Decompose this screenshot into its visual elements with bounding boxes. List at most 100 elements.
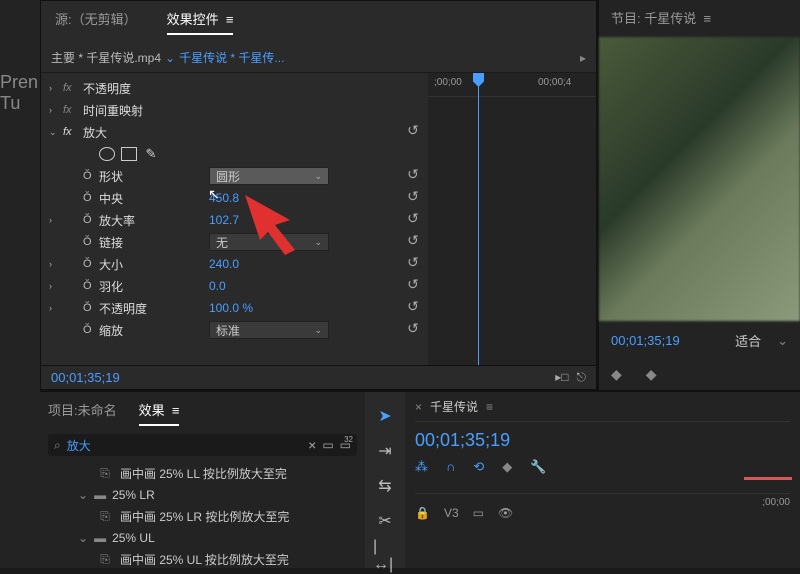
opacity-value[interactable]: 100.0 %	[209, 301, 329, 315]
bin-icon[interactable]: ▭	[322, 438, 333, 452]
stopwatch-icon[interactable]: Ŏ	[83, 170, 99, 182]
program-title[interactable]: 节目: 千星传说 ≡	[611, 8, 711, 27]
razor-tool-icon[interactable]: ✂	[373, 509, 397, 532]
reset-icon[interactable]: ↺	[398, 251, 428, 273]
clip-name: 主要 * 千星传说.mp4	[51, 49, 161, 66]
folder-icon: ▬	[94, 531, 106, 545]
preset-icon: ⎘	[96, 509, 114, 524]
settings-icon[interactable]: 🔧	[530, 459, 546, 475]
chevron-down-icon[interactable]: ⌄	[165, 51, 175, 65]
timeline-tracks: 🔒 V3 ▭ 👁	[415, 493, 790, 520]
chevron-down-icon[interactable]: ⌄	[777, 333, 788, 349]
tab-effects[interactable]: 效果 ≡	[139, 400, 180, 426]
reset-icon[interactable]: ↺	[398, 317, 428, 339]
status-bar: 00;01;35;19 ▸□ ⎋	[41, 365, 596, 389]
folder-item[interactable]: ⌄ ▬ 25% UL	[58, 528, 357, 548]
scaling-dropdown[interactable]: 标准 ⌄	[209, 321, 329, 339]
prop-timeremap[interactable]: ›fx 时间重映射	[41, 99, 398, 121]
effects-list: ⎘ 画中画 25% LL 按比例放大至完 ⌄ ▬ 25% LR ⎘ 画中画 25…	[48, 462, 357, 571]
export-icon[interactable]: ⎋	[577, 370, 587, 385]
prop-magnify[interactable]: ⌄fx 放大	[41, 121, 398, 143]
menu-icon[interactable]: ≡	[486, 400, 493, 414]
app-text-2: Tu	[0, 93, 40, 114]
ellipse-mask-icon[interactable]	[99, 147, 115, 161]
program-monitor-panel: 节目: 千星传说 ≡ 00;01;35;19 适合 ⌄ ◆ ◆	[597, 0, 800, 390]
pen-mask-icon[interactable]: ✎	[143, 147, 159, 161]
effect-controls-panel: 源:（无剪辑） 效果控件 ≡ 主要 * 千星传说.mp4 ⌄ 千星传说 * 千星…	[40, 0, 597, 390]
reset-icon[interactable]: ↺	[398, 207, 428, 229]
toggle-icon[interactable]: ▸□	[555, 370, 568, 385]
bin-badge-icon[interactable]: ▭32	[340, 438, 351, 452]
lock-icon[interactable]: 🔒	[415, 506, 430, 520]
search-input[interactable]	[67, 438, 302, 452]
sequence-name[interactable]: 千星传说	[430, 398, 478, 415]
magnification-value[interactable]: 102.7	[209, 213, 329, 227]
reset-icon[interactable]: ↺	[398, 295, 428, 317]
prop-center: Ŏ 中央 450.8	[41, 187, 398, 209]
link-dropdown[interactable]: 无 ⌄	[209, 233, 329, 251]
timeline-timecode[interactable]: 00;01;35;19	[415, 430, 790, 451]
stopwatch-icon[interactable]: Ŏ	[83, 192, 99, 204]
breadcrumb: 主要 * 千星传说.mp4 ⌄ 千星传说 * 千星传... ▸	[41, 43, 596, 73]
selection-tool-icon[interactable]: ➤	[373, 404, 397, 427]
reset-icon[interactable]: ↺	[398, 229, 428, 251]
sequence-link[interactable]: 千星传说 * 千星传...	[179, 49, 284, 66]
clear-search-icon[interactable]: ×	[308, 437, 316, 453]
stopwatch-icon[interactable]: Ŏ	[83, 302, 99, 314]
timecode[interactable]: 00;01;35;19	[51, 370, 120, 385]
tab-source[interactable]: 源:（无剪辑）	[55, 9, 137, 35]
tab-project[interactable]: 项目:未命名	[48, 400, 117, 426]
snap-icon[interactable]: ⁂	[415, 459, 428, 475]
center-value[interactable]: 450.8	[209, 191, 329, 205]
prop-magnification: › Ŏ 放大率 102.7	[41, 209, 398, 231]
toggle-output-icon[interactable]: ▭	[473, 506, 484, 520]
eye-icon[interactable]: 👁	[498, 506, 513, 520]
size-value[interactable]: 240.0	[209, 257, 329, 271]
program-timecode[interactable]: 00;01;35;19	[611, 333, 680, 348]
mini-timeline[interactable]: ;00;00 00;00;4	[428, 73, 596, 365]
markers-icon[interactable]: ◆	[502, 459, 512, 475]
playhead[interactable]	[478, 73, 479, 365]
mini-ruler[interactable]: ;00;00 00;00;4	[428, 73, 596, 97]
stopwatch-icon[interactable]: Ŏ	[83, 324, 99, 336]
reset-icon[interactable]: ↺	[398, 273, 428, 295]
feather-value[interactable]: 0.0	[209, 279, 329, 293]
prop-link: Ŏ 链接 无 ⌄	[41, 231, 398, 253]
reset-icon[interactable]: ↺	[398, 163, 428, 185]
stopwatch-icon[interactable]: Ŏ	[83, 280, 99, 292]
track-label[interactable]: V3	[444, 506, 459, 520]
rect-mask-icon[interactable]	[121, 147, 137, 161]
mark-in-icon[interactable]: ◆	[611, 366, 622, 382]
ripple-tool-icon[interactable]: ⇆	[373, 474, 397, 497]
reset-column: ↺ ↺ ↺ ↺ ↺ ↺ ↺ ↺ ↺	[398, 73, 428, 365]
linked-icon[interactable]: ⟲	[473, 459, 484, 475]
video-preview[interactable]	[599, 37, 800, 321]
preset-item[interactable]: ⎘ 画中画 25% LL 按比例放大至完	[58, 462, 357, 485]
preset-item[interactable]: ⎘ 画中画 25% LR 按比例放大至完	[58, 505, 357, 528]
mask-shape-icons: ✎	[41, 143, 398, 165]
chevron-down-icon: ⌄	[78, 488, 88, 502]
mark-out-icon[interactable]: ◆	[646, 366, 657, 382]
project-panel: 项目:未命名 效果 ≡ ⌕ × ▭ ▭32 ⎘ 画中画 25% LL 按比例放大…	[40, 392, 365, 568]
prop-scaling: Ŏ 缩放 标准 ⌄	[41, 319, 398, 341]
stopwatch-icon[interactable]: Ŏ	[83, 214, 99, 226]
play-arrow-icon[interactable]: ▸	[580, 51, 586, 65]
timeline-panel: × 千星传说 ≡ 00;01;35;19 ⁂ ∩ ⟲ ◆ 🔧 🔒 V3 ▭ 👁 …	[405, 392, 800, 568]
tab-effect-controls[interactable]: 效果控件 ≡	[167, 9, 234, 35]
reset-icon[interactable]: ↺	[398, 119, 428, 141]
timeline-zoom-bar[interactable]	[744, 477, 792, 480]
stopwatch-icon[interactable]: Ŏ	[83, 236, 99, 248]
stopwatch-icon[interactable]: Ŏ	[83, 258, 99, 270]
chevron-down-icon: ⌄	[78, 531, 88, 545]
preset-icon: ⎘	[96, 466, 114, 481]
folder-item[interactable]: ⌄ ▬ 25% LR	[58, 485, 357, 505]
fit-dropdown[interactable]: 适合	[735, 331, 761, 350]
track-select-tool-icon[interactable]: ⇥	[373, 439, 397, 462]
slip-tool-icon[interactable]: |↔|	[373, 544, 397, 568]
reset-icon[interactable]: ↺	[398, 185, 428, 207]
magnet-icon[interactable]: ∩	[446, 459, 455, 475]
prop-opacity[interactable]: ›fx 不透明度	[41, 77, 398, 99]
shape-dropdown[interactable]: 圆形 ⌄	[209, 167, 329, 185]
timeline-toggles: ⁂ ∩ ⟲ ◆ 🔧	[415, 459, 790, 475]
close-icon[interactable]: ×	[415, 400, 422, 414]
